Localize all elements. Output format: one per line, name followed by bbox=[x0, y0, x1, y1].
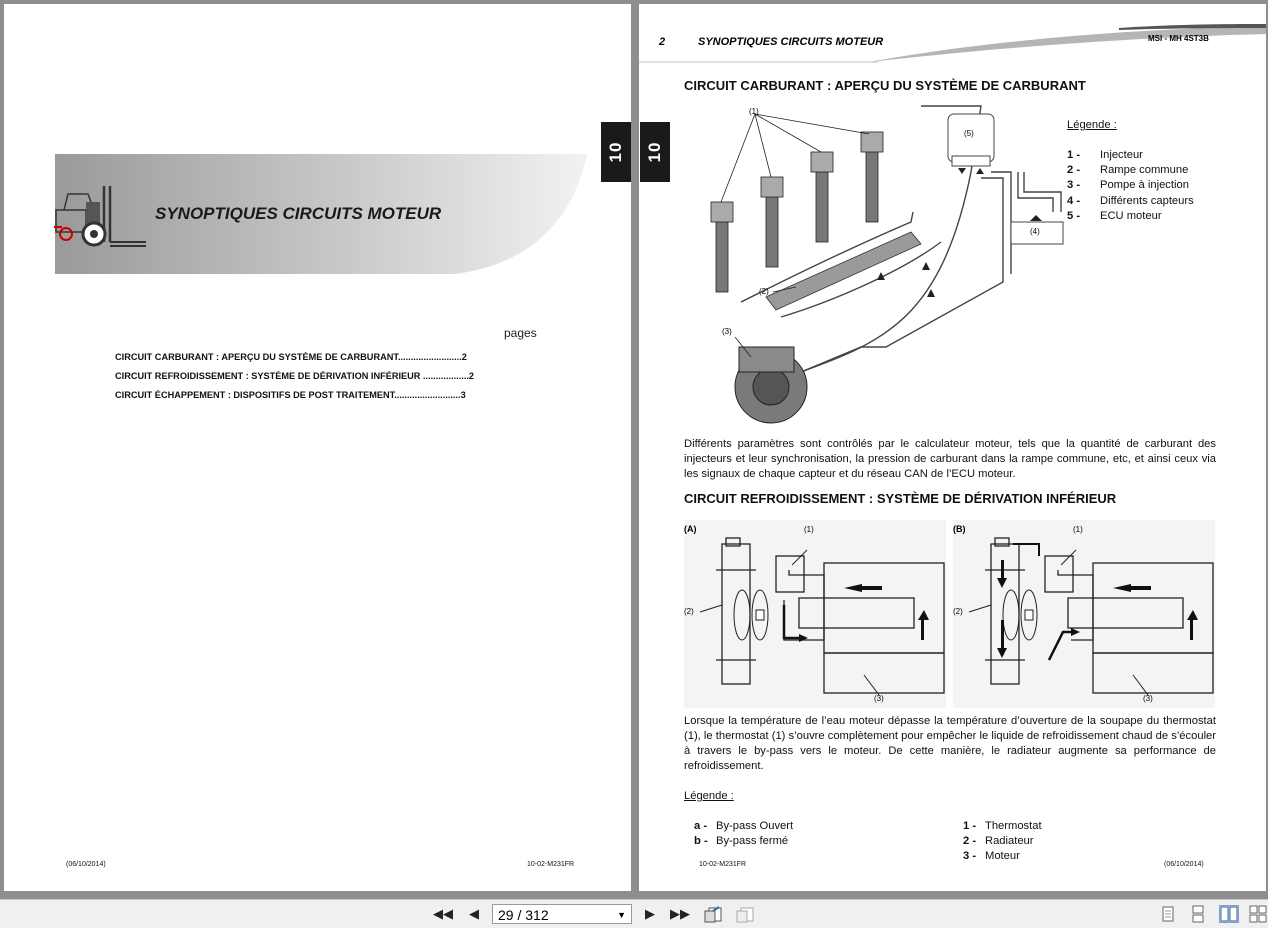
left-document-page: SYNOPTIQUES CIRCUITS MOTEUR pages CIRCUI… bbox=[4, 4, 631, 891]
cooling-description: Lorsque la température de l’eau moteur d… bbox=[684, 715, 1216, 772]
cooling-legend-item: b - By-pass fermé bbox=[694, 835, 789, 847]
two-page-continuous-view-icon[interactable] bbox=[1248, 905, 1268, 923]
cooling-legend-item: 3 - Moteur bbox=[963, 850, 1020, 862]
toc-leader-dots: ......................... bbox=[397, 352, 462, 362]
two-page-view-icon[interactable] bbox=[1219, 905, 1239, 923]
footer-reference: 10-02-M231FR bbox=[699, 861, 747, 868]
continuous-view-icon[interactable] bbox=[1188, 905, 1208, 923]
callout-engine: (3) bbox=[1143, 694, 1153, 703]
chapter-tab: 10 bbox=[601, 122, 631, 182]
callout-engine: (3) bbox=[874, 694, 884, 703]
callout-radiator: (2) bbox=[953, 607, 963, 616]
cooling-diagram-a: (A) (1) (2) (3) bbox=[684, 520, 946, 708]
toc-pages-label: pages bbox=[504, 326, 537, 340]
page-number-field[interactable]: 29 / 312 ▼ bbox=[492, 904, 632, 924]
fuel-legend-item: 4 - Différents capteurs bbox=[1067, 195, 1194, 207]
next-view-icon[interactable] bbox=[735, 905, 755, 923]
toc-entry-page: 3 bbox=[460, 390, 466, 400]
fuel-legend-heading: Légende : bbox=[1067, 119, 1117, 131]
header-title: SYNOPTIQUES CIRCUITS MOTEUR bbox=[698, 36, 884, 48]
cooling-label-a: (A) bbox=[684, 524, 697, 534]
fuel-legend-item: 1 - Injecteur bbox=[1067, 149, 1143, 161]
first-page-icon[interactable]: ◀◀ bbox=[433, 905, 453, 923]
toc-entry-title: CIRCUIT ÉCHAPPEMENT : DISPOSITIFS DE POS… bbox=[115, 390, 395, 400]
footer-date: (06/10/2014) bbox=[66, 861, 106, 868]
toc-entry-cooling[interactable]: CIRCUIT REFROIDISSEMENT : SYSTÈME DE DÉR… bbox=[115, 371, 525, 381]
fuel-description: Différents paramètres sont contrôlés par… bbox=[684, 438, 1216, 480]
callout-rail: (2) bbox=[759, 287, 769, 296]
cooling-legend-item: a - By-pass Ouvert bbox=[694, 820, 794, 832]
cooling-diagram-b: (B) (1) (2) (3) bbox=[953, 520, 1215, 708]
callout-sensors: (4) bbox=[1030, 227, 1040, 236]
header-reference: MSI - MH 4ST3B bbox=[1148, 34, 1209, 43]
callout-thermostat: (1) bbox=[804, 525, 814, 534]
cooling-legend-item: 2 - Radiateur bbox=[963, 835, 1034, 847]
chevron-down-icon[interactable]: ▼ bbox=[617, 905, 626, 925]
toc-entry-title: CIRCUIT CARBURANT : APERÇU DU SYSTÈME DE… bbox=[115, 352, 398, 362]
toc-entry-page: 2 bbox=[461, 352, 467, 362]
prev-page-icon[interactable]: ◀ bbox=[464, 905, 484, 923]
previous-view-icon[interactable] bbox=[703, 905, 723, 923]
cover-title: SYNOPTIQUES CIRCUITS MOTEUR bbox=[155, 204, 442, 223]
section-title-fuel: CIRCUIT CARBURANT : APERÇU DU SYSTÈME DE… bbox=[684, 78, 1086, 93]
toc-leader-dots: .................. bbox=[420, 371, 469, 381]
right-document-page: 2 SYNOPTIQUES CIRCUITS MOTEUR MSI - MH 4… bbox=[639, 4, 1266, 891]
section-title-cooling: CIRCUIT REFROIDISSEMENT : SYSTÈME DE DÉR… bbox=[684, 491, 1117, 506]
fuel-system-diagram: (1) (2) (3) (4) (5) bbox=[681, 102, 1091, 432]
next-page-icon[interactable]: ▶ bbox=[640, 905, 660, 923]
toc-entry-fuel[interactable]: CIRCUIT CARBURANT : APERÇU DU SYSTÈME DE… bbox=[115, 352, 525, 362]
callout-radiator: (2) bbox=[684, 607, 694, 616]
toc-entry-page: 2 bbox=[468, 371, 475, 381]
callout-ecu: (5) bbox=[964, 129, 974, 138]
fuel-legend-item: 3 - Pompe à injection bbox=[1067, 179, 1189, 191]
callout-injector: (1) bbox=[749, 107, 759, 116]
footer-date: (06/10/2014) bbox=[1164, 861, 1204, 868]
chapter-tab: 10 bbox=[640, 122, 670, 182]
last-page-icon[interactable]: ▶▶ bbox=[670, 905, 690, 923]
single-page-view-icon[interactable] bbox=[1158, 905, 1178, 923]
toc-entry-exhaust[interactable]: CIRCUIT ÉCHAPPEMENT : DISPOSITIFS DE POS… bbox=[115, 390, 525, 400]
footer-reference: 10-02-M231FR bbox=[527, 861, 575, 868]
viewer-toolbar: ◀◀ ◀ 29 / 312 ▼ ▶ ▶▶ bbox=[0, 899, 1268, 928]
fuel-legend-item: 5 - ECU moteur bbox=[1067, 210, 1162, 222]
header-page-number: 2 bbox=[659, 36, 666, 48]
cooling-legend-heading: Légende : bbox=[684, 790, 734, 802]
fuel-legend-item: 2 - Rampe commune bbox=[1067, 164, 1189, 176]
toc-leader-dots: .......................... bbox=[394, 390, 461, 400]
callout-pump: (3) bbox=[722, 327, 732, 336]
cooling-label-b: (B) bbox=[953, 524, 966, 534]
page-indicator: 29 / 312 bbox=[498, 907, 549, 923]
callout-thermostat: (1) bbox=[1073, 525, 1083, 534]
toc-entry-title: CIRCUIT REFROIDISSEMENT : SYSTÈME DE DÉR… bbox=[115, 371, 421, 381]
cooling-legend-item: 1 - Thermostat bbox=[963, 820, 1042, 832]
forklift-icon bbox=[54, 182, 149, 252]
